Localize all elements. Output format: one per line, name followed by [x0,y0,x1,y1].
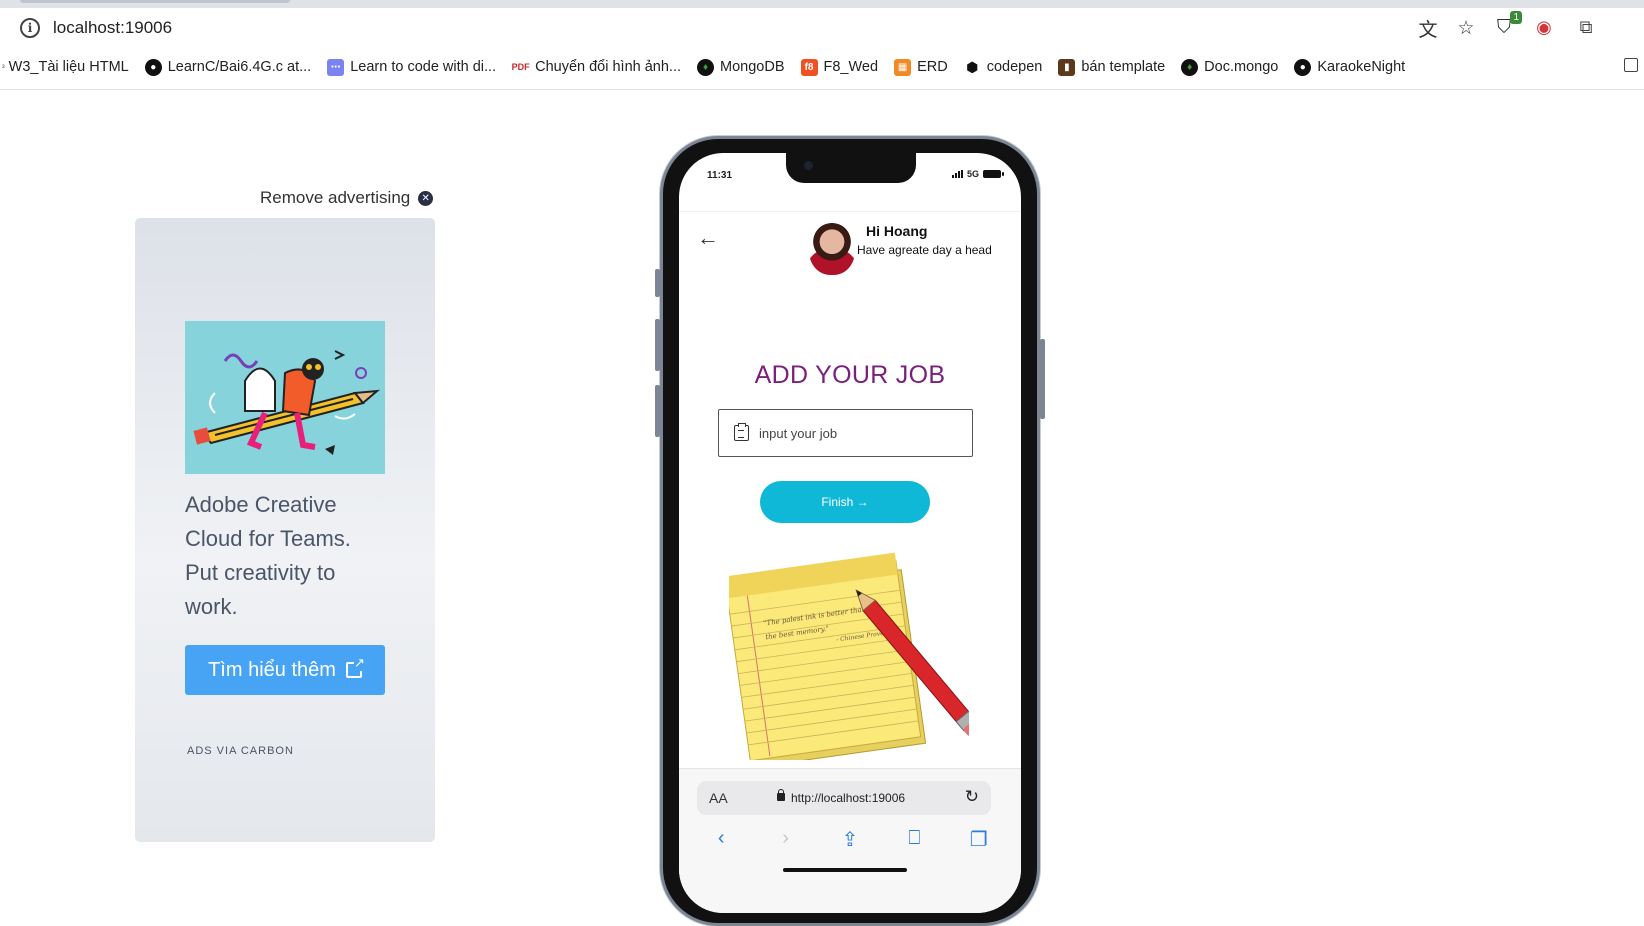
signal-icon [951,170,963,178]
bookmark-learn-to-code[interactable]: ⋯ Learn to code with di... [327,58,496,76]
w3-icon: ³ [2,62,5,72]
browser-chrome: i localhost:19006 文 ☆ ⛉ ◉ ⧉ ³ W3_Tài liệ… [0,0,1644,90]
phone-frame: 11:31 5G ← Hi Hoang Have agreate day a h… [655,136,1045,926]
ad-text[interactable]: Adobe Creative Cloud for Teams. Put crea… [185,488,385,624]
codepen-icon: ⬢ [966,58,979,75]
carbon-ad-card: Adobe Creative Cloud for Teams. Put crea… [135,218,435,842]
pdf24-icon: PDF [511,62,530,72]
network-type: 5G [966,169,979,179]
bookmark-star-icon[interactable]: ☆ [1452,15,1480,41]
translate-icon[interactable]: 文 [1414,15,1442,41]
forward-chevron-icon[interactable]: › [771,827,801,852]
close-circle-icon[interactable]: ✕ [418,190,434,206]
status-indicators: 5G [951,169,1004,179]
bookmark-doc-mongo[interactable]: ♦ Doc.mongo [1181,58,1278,76]
camera-icon [804,161,813,170]
phone-volume-down [655,385,660,437]
bookmark-f8[interactable]: f8 F8_Wed [800,58,878,76]
home-indicator [783,868,907,872]
bookmarks-book-icon[interactable]: ⎕ [899,827,929,852]
ads-via-carbon-link[interactable]: ADS VIA CARBON [187,745,294,757]
phone-power-button [1040,339,1045,419]
bookmarks-bar: ³ W3_Tài liệu HTML ● LearnC/Bai6.4G.c at… [0,54,1644,80]
bookmark-w3[interactable]: ³ W3_Tài liệu HTML [2,59,129,75]
phone-silent-switch [655,269,660,297]
github-icon: ● [144,58,162,76]
mongodb-icon: ♦ [697,58,715,76]
notepad-pencil-icon: "The palest ink is better than the best … [724,552,981,768]
extension-red-icon[interactable]: ◉ [1530,13,1558,41]
job-input-field[interactable] [718,409,973,457]
template-icon: ▮ [1058,58,1076,76]
greeting-subtitle: Have agreate day a head [857,243,992,257]
job-input[interactable] [759,425,959,441]
phone-screen: 11:31 5G ← Hi Hoang Have agreate day a h… [679,153,1021,913]
finish-button[interactable]: Finish → [760,481,930,523]
phone-volume-up [655,319,660,371]
site-info-icon[interactable]: i [20,18,40,38]
lock-icon [777,789,785,801]
extension-icons: ◉ ⧉ [1530,13,1600,41]
back-arrow-icon[interactable]: ← [697,225,719,251]
notepad-illustration: "The palest ink is better than the best … [724,548,981,768]
tabs-icon[interactable]: ❐ [964,827,994,852]
bookmark-pdf24[interactable]: PDF Chuyển đổi hình ảnh... [512,59,681,76]
puzzle-extensions-icon[interactable]: ⧉ [1572,13,1600,41]
reload-icon[interactable]: ↻ [965,787,979,807]
erd-icon: ▦ [894,58,912,76]
back-chevron-icon[interactable]: ‹ [706,827,736,852]
clipboard-icon [734,423,749,441]
f8-icon: f8 [800,58,818,76]
bookmark-codepen[interactable]: ⬢ codepen [964,58,1042,76]
phone-notch [786,153,916,183]
safari-toolbar: AA http://localhost:19006 ↻ ‹ › ⇪ ⎕ ❐ [679,768,1021,913]
page-title: ADD YOUR JOB [754,361,946,389]
other-bookmarks-icon[interactable] [1624,58,1638,72]
header-divider [679,211,1021,212]
github-icon: ● [1294,58,1312,76]
shield-extension-icon[interactable]: ⛉ [1490,11,1522,41]
battery-icon [983,170,1004,178]
reader-aa-button[interactable]: AA [709,790,728,806]
bookmark-erd[interactable]: ▦ ERD [894,58,948,76]
mongodb-icon: ♦ [1181,58,1199,76]
bookmark-karaoke[interactable]: ● KaraokeNight [1294,58,1405,76]
tab-strip-edge [0,0,1644,8]
address-bar-url[interactable]: localhost:19006 [53,18,172,38]
discord-icon: ⋯ [327,58,345,76]
bookmark-ban-template[interactable]: ▮ bán template [1058,58,1165,76]
greeting-name: Hi Hoang [866,223,928,239]
share-icon[interactable]: ⇪ [835,827,865,852]
safari-nav-bar: ‹ › ⇪ ⎕ ❐ [679,827,1021,852]
status-time: 11:31 [707,170,733,181]
avatar [809,223,855,275]
pencil-rider-illustration-icon [185,321,385,474]
ad-illustration[interactable] [185,321,385,474]
learn-more-button[interactable]: Tìm hiểu thêm [185,645,385,695]
bookmark-mongodb[interactable]: ♦ MongoDB [697,58,785,76]
external-link-icon [345,655,365,678]
remove-advertising-link[interactable]: Remove advertising ✕ [260,188,434,208]
safari-address-bar[interactable]: AA http://localhost:19006 ↻ [697,781,991,815]
address-bar-actions: 文 ☆ ⛉ [1414,11,1522,41]
bookmark-learnc[interactable]: ● LearnC/Bai6.4G.c at... [144,58,311,76]
address-bar[interactable]: i localhost:19006 文 ☆ ⛉ [10,9,1522,47]
safari-url[interactable]: http://localhost:19006 [791,791,905,805]
